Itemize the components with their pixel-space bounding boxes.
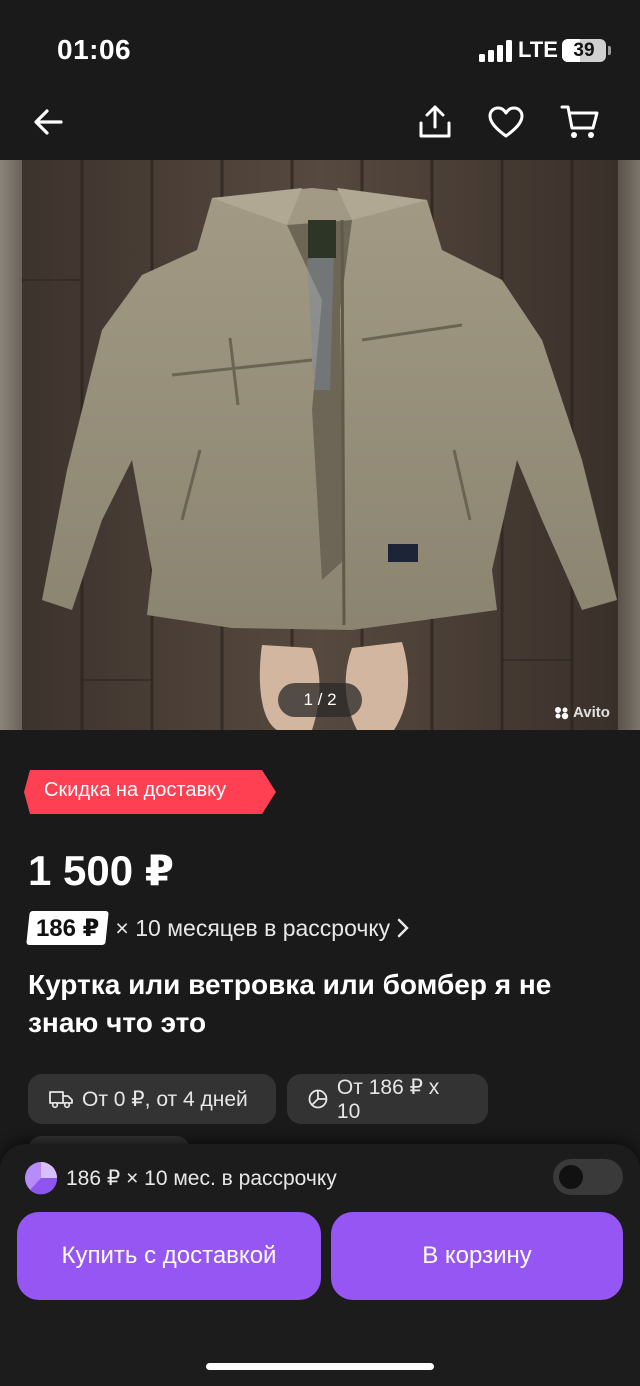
photo-edge-right	[618, 160, 640, 730]
installment-toggle-row: 186 ₽ × 10 мес. в рассрочку	[24, 1161, 337, 1195]
buy-with-delivery-button[interactable]: Купить с доставкой	[17, 1212, 321, 1300]
installment-text: × 10 месяцев в рассрочку	[115, 914, 391, 941]
arrow-left-icon[interactable]	[26, 100, 70, 144]
heart-icon[interactable]	[484, 100, 528, 144]
status-time: 01:06	[57, 34, 132, 65]
photo-edge-left	[0, 160, 22, 730]
battery-tip	[608, 46, 611, 55]
avito-watermark: Avito	[554, 704, 610, 721]
network-label: LTE	[518, 37, 558, 62]
photo-gallery[interactable]: 1 / 2	[0, 160, 640, 730]
watermark-text: Avito	[573, 704, 610, 721]
top-nav	[0, 100, 640, 160]
battery-level: 39	[573, 40, 595, 61]
installment-amount: 186 ₽	[36, 914, 100, 942]
chevron-right-icon	[397, 918, 409, 938]
toggle-knob	[559, 1165, 583, 1189]
cart-icon[interactable]	[558, 100, 602, 144]
installment-toggle[interactable]	[553, 1159, 623, 1195]
truck-icon	[49, 1091, 73, 1109]
pie-chart-icon	[308, 1089, 328, 1109]
bottom-action-sheet: 186 ₽ × 10 мес. в рассрочку Купить с дос…	[0, 1144, 640, 1386]
installment-toggle-label: 186 ₽ × 10 мес. в рассрочку	[66, 1166, 337, 1190]
installment-amount-chip: 186 ₽	[26, 911, 110, 945]
listing-title: Куртка или ветровка или бомбер я не знаю…	[28, 969, 552, 1038]
installment-chip-label: От 186 ₽ х 10	[336, 1075, 440, 1123]
home-indicator[interactable]	[206, 1363, 434, 1370]
price: 1 500 ₽	[28, 847, 174, 894]
avito-logo-icon	[555, 706, 569, 719]
installment-pie-icon	[25, 1162, 58, 1195]
photo-counter: 1 / 2	[278, 683, 362, 717]
delivery-chip-label: От 0 ₽, от 4 дней	[82, 1087, 248, 1111]
installment-row[interactable]: 186 ₽ × 10 месяцев в рассрочку	[26, 910, 410, 946]
delivery-chip[interactable]: От 0 ₽, от 4 дней	[28, 1074, 276, 1124]
status-bar: 01:06 LTE 39	[0, 0, 640, 100]
add-to-cart-button[interactable]: В корзину	[331, 1212, 623, 1300]
battery-icon: 39	[562, 39, 606, 62]
badge-label: Скидка на доставку	[44, 779, 227, 801]
share-icon[interactable]	[413, 100, 457, 144]
product-photo[interactable]	[22, 160, 618, 730]
signal-icon	[479, 40, 513, 62]
installment-chip[interactable]: От 186 ₽ х 10	[287, 1074, 488, 1124]
